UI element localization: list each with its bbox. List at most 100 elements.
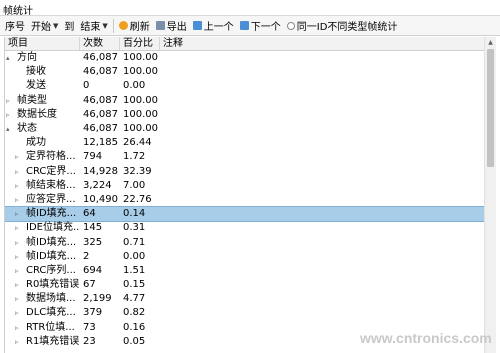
expand-icon[interactable]: ▹ — [15, 306, 19, 320]
collapse-icon[interactable]: ▴ — [6, 51, 10, 65]
vertical-scrollbar[interactable]: ▲ — [484, 37, 496, 353]
arrow-up-icon — [192, 21, 202, 30]
percent-cell: 0.00 — [123, 250, 146, 262]
item-cell: ▴ 状态 — [5, 122, 80, 136]
item-cell: 接收 — [5, 65, 80, 79]
expand-icon[interactable]: ▹ — [15, 193, 19, 207]
count-cell: 3,224 — [83, 179, 112, 191]
percent-cell: 1.72 — [123, 151, 146, 163]
item-cell: ▹ 定界符格... — [5, 150, 80, 164]
count-cell: 2 — [83, 250, 90, 262]
count-cell: 23 — [83, 335, 96, 347]
item-cell: ▹ IDE位填充... — [5, 221, 80, 235]
count-cell: 10,490 — [83, 193, 118, 205]
prev-button-label: 上一个 — [203, 22, 234, 33]
table-row[interactable]: ▹ 定界符格... 794 1.72 — [5, 150, 485, 164]
expand-icon[interactable]: ▹ — [15, 321, 19, 335]
expand-icon[interactable]: ▹ — [6, 108, 10, 122]
refresh-button[interactable]: 刷新 — [117, 18, 152, 34]
count-cell: 46,087 — [83, 108, 118, 120]
expand-icon[interactable]: ▹ — [15, 292, 19, 306]
scroll-up-icon[interactable]: ▲ — [485, 37, 496, 48]
collapse-icon[interactable]: ▴ — [6, 122, 10, 136]
column-header-item[interactable]: 项目 — [5, 37, 80, 50]
end-dropdown-label: 结束 — [80, 22, 101, 33]
table-row[interactable]: ▹ 帧ID填充... 64 0.14 — [5, 206, 485, 223]
same-id-option[interactable]: 同一ID不同类型帧统计 — [285, 18, 400, 34]
percent-cell: 7.00 — [123, 179, 146, 191]
item-cell: ▹ CRC定界... — [5, 165, 80, 179]
table-row[interactable]: ▹ 帧类型 46,087 100.00 — [5, 94, 485, 108]
percent-cell: 0.15 — [123, 279, 146, 291]
start-dropdown-label: 开始 — [31, 22, 51, 33]
toolbar: 序号 开始 ▼ 到 结束 ▼ 刷新 导出 上一个 下一个 同一ID不同类型帧统计 — [0, 16, 500, 36]
percent-cell: 22.76 — [123, 193, 152, 205]
table-row[interactable]: ▹ 数据长度 46,087 100.00 — [5, 108, 485, 122]
count-cell: 794 — [83, 151, 103, 163]
start-dropdown[interactable]: 开始 ▼ — [29, 18, 60, 34]
count-cell: 379 — [83, 307, 103, 319]
count-cell: 325 — [83, 236, 103, 248]
item-cell: ▹ CRC序列... — [5, 264, 80, 278]
table-row[interactable]: ▹ 应答定界... 10,490 22.76 — [5, 193, 485, 207]
expand-icon[interactable]: ▹ — [15, 335, 19, 349]
count-cell: 46,087 — [83, 94, 118, 106]
column-header-count[interactable]: 次数 — [80, 37, 120, 50]
expand-icon[interactable]: ▹ — [15, 207, 19, 221]
expand-icon[interactable]: ▹ — [15, 165, 19, 179]
item-label: 发送 — [26, 80, 46, 92]
expand-icon[interactable]: ▹ — [15, 236, 19, 250]
scrollbar-thumb[interactable] — [487, 49, 494, 167]
count-cell: 694 — [83, 264, 103, 276]
column-header-note[interactable]: 注释 — [160, 37, 485, 50]
percent-cell: 0.71 — [123, 236, 146, 248]
item-label: 状态 — [17, 123, 37, 135]
column-header-percent[interactable]: 百分比 — [120, 37, 160, 50]
percent-cell: 0.00 — [123, 80, 146, 92]
item-label: 帧类型 — [17, 94, 47, 106]
export-button[interactable]: 导出 — [154, 18, 189, 34]
item-cell: ▹ 帧类型 — [5, 94, 80, 108]
item-cell: ▹ R0填充错误 — [5, 278, 80, 292]
item-cell: ▹ R1填充错误 — [5, 335, 80, 349]
count-cell: 12,185 — [83, 137, 118, 149]
table-row[interactable]: ▹ 帧ID填充... 325 0.71 — [5, 235, 485, 249]
table-row[interactable]: ▹ R0填充错误 67 0.15 — [5, 278, 485, 292]
table-row[interactable]: ▹ CRC序列... 694 1.51 — [5, 264, 485, 278]
table-row[interactable]: 成功 12,185 26.44 — [5, 136, 485, 150]
table-row[interactable]: ▹ DLC填充... 379 0.82 — [5, 306, 485, 320]
count-cell: 145 — [83, 222, 103, 234]
table-row[interactable]: ▹ CRC定界... 14,928 32.39 — [5, 165, 485, 179]
table-row[interactable]: ▹ 数据场填... 2,199 4.77 — [5, 292, 485, 306]
end-dropdown[interactable]: 结束 ▼ — [78, 18, 109, 34]
prev-button[interactable]: 上一个 — [191, 18, 236, 34]
expand-icon[interactable]: ▹ — [15, 278, 19, 292]
table-row[interactable]: 接收 46,087 100.00 — [5, 65, 485, 79]
item-label: 数据长度 — [17, 108, 57, 120]
table-row[interactable]: 发送 0 0.00 — [5, 79, 485, 93]
next-button[interactable]: 下一个 — [238, 18, 283, 34]
table-row[interactable]: ▹ 帧结束格... 3,224 7.00 — [5, 179, 485, 193]
radio-icon — [286, 21, 295, 30]
expand-icon[interactable]: ▹ — [6, 94, 10, 108]
count-cell: 14,928 — [83, 165, 118, 177]
table-row[interactable]: ▴ 状态 46,087 100.00 — [5, 122, 485, 136]
expand-icon[interactable]: ▹ — [15, 264, 19, 278]
item-cell: ▹ 帧ID填充... — [5, 250, 80, 264]
item-cell: ▹ 帧ID填充... — [5, 207, 80, 221]
item-cell: ▹ RTR位填... — [5, 321, 80, 335]
to-label: 到 — [64, 22, 75, 33]
table-row[interactable]: ▹ IDE位填充... 145 0.31 — [5, 221, 485, 235]
percent-cell: 100.00 — [123, 52, 158, 64]
expand-icon[interactable]: ▹ — [15, 150, 19, 164]
table-row[interactable]: ▹ 帧ID填充... 2 0.00 — [5, 250, 485, 264]
expand-icon[interactable]: ▹ — [15, 221, 19, 235]
expand-icon[interactable]: ▹ — [15, 179, 19, 193]
table-row[interactable]: ▴ 方向 46,087 100.00 — [5, 51, 485, 65]
percent-cell: 0.16 — [123, 321, 146, 333]
percent-cell: 100.00 — [123, 123, 158, 135]
expand-icon[interactable]: ▹ — [15, 250, 19, 264]
export-button-label: 导出 — [166, 22, 187, 33]
arrow-down-icon — [239, 21, 249, 30]
item-cell: 成功 — [5, 136, 80, 150]
